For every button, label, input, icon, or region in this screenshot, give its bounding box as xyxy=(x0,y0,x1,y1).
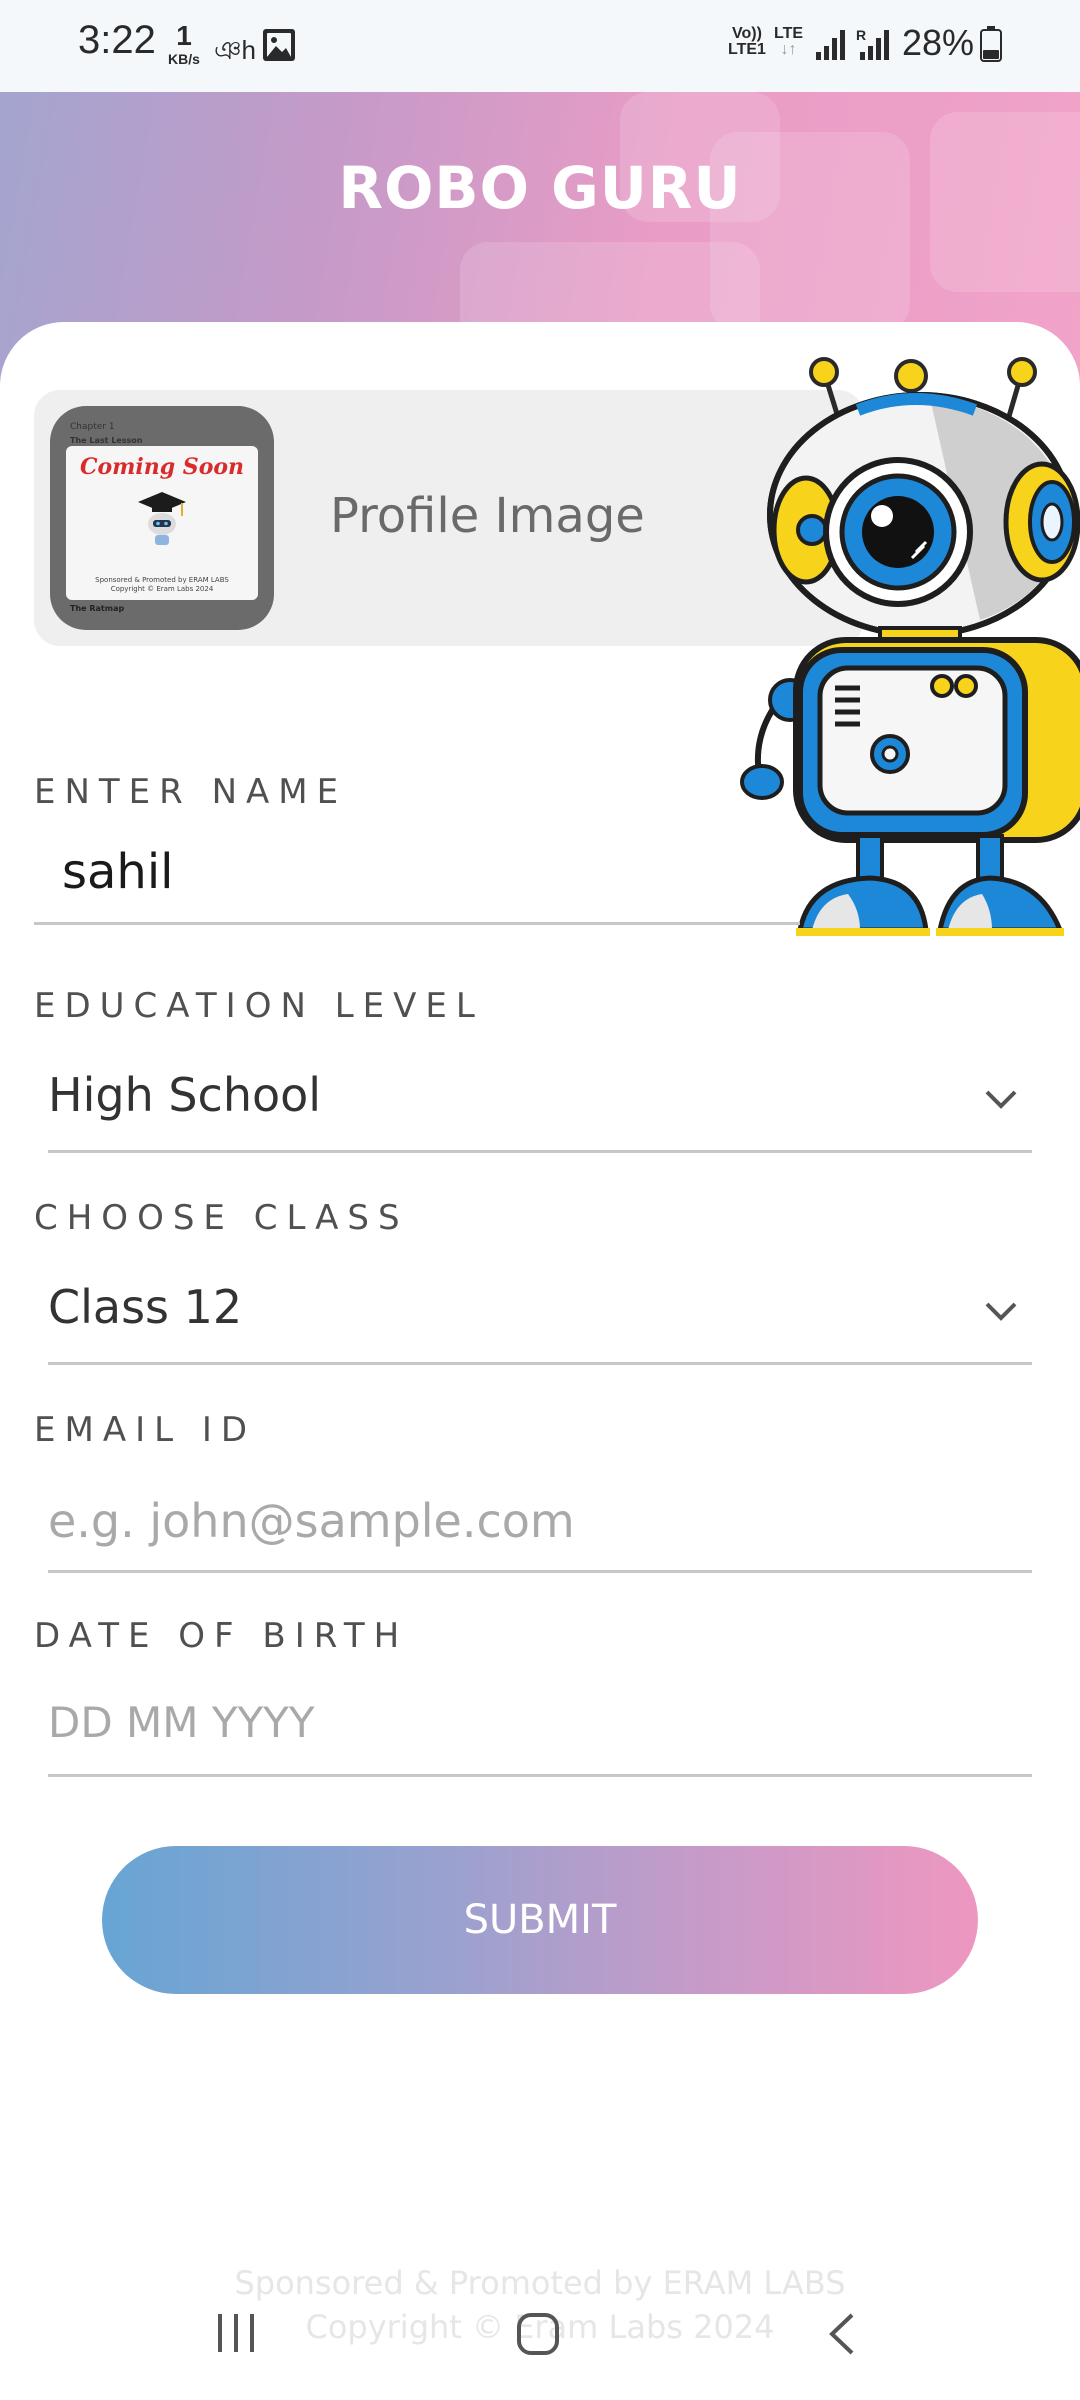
thumbnail-bottom-text: The Ratmap xyxy=(70,604,125,613)
footer-sponsor-text: Sponsored & Promoted by ERAM LABS xyxy=(234,2264,846,2302)
network-speed-unit: KB/s xyxy=(168,51,200,67)
choose-class-select[interactable]: Class 12 xyxy=(48,1264,1032,1364)
recent-apps-icon[interactable] xyxy=(214,2312,258,2354)
thumbnail-footer-line1: Sponsored & Promoted by ERAM LABS xyxy=(95,575,229,584)
thumbnail-headline: Coming Soon xyxy=(79,454,245,480)
back-icon[interactable] xyxy=(826,2312,858,2356)
svg-text:R: R xyxy=(856,27,866,43)
network-speed-value: 1 xyxy=(176,20,192,51)
thumbnail-footer: Sponsored & Promoted by ERAM LABS Copyri… xyxy=(66,576,258,594)
dob-label: DATE OF BIRTH xyxy=(34,1616,409,1656)
volte-indicator: Vo)) LTE1 xyxy=(728,26,766,58)
name-underline xyxy=(34,922,800,925)
signal-roaming-icon: R xyxy=(856,26,892,66)
profile-thumbnail[interactable]: Chapter 1 The Last Lesson Coming Soon Sp… xyxy=(50,406,274,630)
name-input[interactable]: sahil xyxy=(62,844,174,900)
battery-icon xyxy=(980,26,1002,66)
signal-icon xyxy=(816,30,848,64)
app-title: ROBO GURU xyxy=(338,154,742,222)
volte-line1: Vo)) xyxy=(732,25,762,42)
thumbnail-footer-line2: Copyright © Eram Labs 2024 xyxy=(110,584,214,593)
chevron-down-icon xyxy=(985,1090,1017,1109)
robot-mascot-icon xyxy=(740,357,1080,936)
notification-h-icon: ঞh xyxy=(214,35,256,65)
volte-line2: LTE1 xyxy=(728,41,766,58)
education-level-label: EDUCATION LEVEL xyxy=(34,986,484,1026)
battery-percent: 28% xyxy=(902,22,975,63)
email-input[interactable]: e.g. john@sample.com xyxy=(48,1494,575,1548)
status-time: 3:22 xyxy=(78,18,156,62)
lte-indicator: LTE ↓↑ xyxy=(774,26,803,58)
status-bar: 3:22 1 KB/s ঞh Vo)) LTE1 LTE ↓↑ R 28% xyxy=(0,0,1080,92)
thumbnail-chapter-text: Chapter 1 xyxy=(70,422,115,432)
lte-line2: ↓↑ xyxy=(780,41,797,58)
dob-input[interactable]: DD MM YYYY xyxy=(48,1698,314,1747)
name-label: ENTER NAME xyxy=(34,772,348,812)
education-level-value: High School xyxy=(48,1068,322,1122)
graduation-robot-icon xyxy=(138,492,186,545)
email-underline xyxy=(48,1570,1032,1573)
lte-line1: LTE xyxy=(774,25,804,42)
dob-underline xyxy=(48,1774,1032,1777)
thumbnail-sub-text: The Last Lesson xyxy=(70,436,143,445)
network-speed: 1 KB/s xyxy=(162,20,206,67)
choose-class-value: Class 12 xyxy=(48,1280,243,1334)
chevron-down-icon xyxy=(985,1302,1017,1321)
profile-image-label: Profile Image xyxy=(330,488,645,544)
choose-class-label: CHOOSE CLASS xyxy=(34,1198,409,1238)
email-label: EMAIL ID xyxy=(34,1410,257,1450)
image-icon xyxy=(262,28,296,66)
education-level-underline xyxy=(48,1150,1032,1153)
submit-button[interactable]: SUBMIT xyxy=(102,1846,978,1994)
education-level-select[interactable]: High School xyxy=(48,1052,1032,1152)
choose-class-underline xyxy=(48,1362,1032,1365)
home-icon[interactable] xyxy=(516,2312,560,2356)
thumbnail-card: Coming Soon Sponsored & Promoted by ERAM… xyxy=(66,446,258,600)
